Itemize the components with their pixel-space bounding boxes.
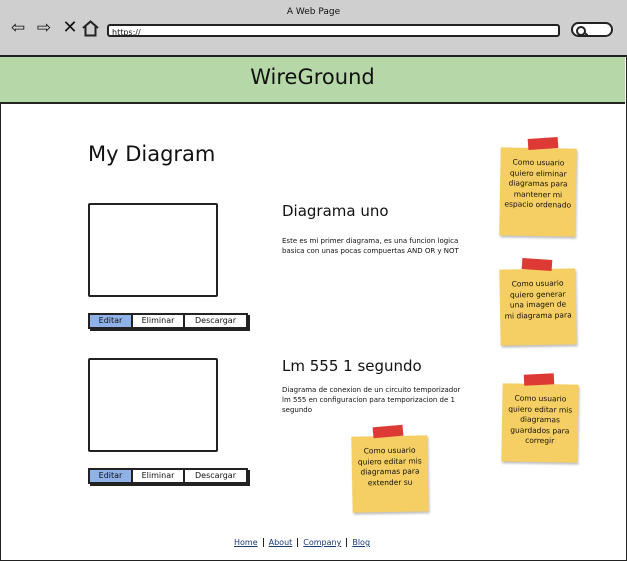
tape-icon	[521, 257, 553, 272]
search-icon[interactable]	[571, 22, 613, 37]
home-icon[interactable]	[80, 18, 100, 38]
edit-button[interactable]: Editar	[90, 315, 133, 327]
site-header: WireGround	[0, 56, 625, 104]
diagram-actions: Editar Eliminar Descargar	[88, 313, 248, 329]
footer-link-blog[interactable]: Blog	[347, 538, 375, 547]
back-arrow-icon[interactable]: ⇦	[8, 18, 28, 38]
download-button[interactable]: Descargar	[185, 470, 246, 482]
diagram-actions: Editar Eliminar Descargar	[88, 468, 248, 484]
edit-button[interactable]: Editar	[90, 470, 133, 482]
sticky-note: Como usuario quiero eliminar diagramas p…	[499, 147, 577, 237]
sticky-note: Como usuario quiero editar mis diagramas…	[501, 383, 579, 463]
diagram-description: Diagrama de conexion de un circuito temp…	[282, 386, 461, 414]
close-x-icon[interactable]: ✕	[60, 18, 80, 38]
footer-link-company[interactable]: Company	[298, 538, 348, 547]
browser-chrome: A Web Page ⇦ ⇨ ✕ https://	[0, 0, 627, 57]
tape-icon	[523, 373, 555, 386]
diagram-thumbnail[interactable]	[88, 203, 218, 297]
tape-icon	[527, 136, 559, 151]
diagram-title: Diagrama uno	[282, 202, 389, 220]
delete-button[interactable]: Eliminar	[133, 470, 185, 482]
footer-nav: Home About Company Blog	[229, 538, 375, 547]
delete-button[interactable]: Eliminar	[133, 315, 185, 327]
page-title: My Diagram	[88, 142, 216, 166]
diagram-description: Este es mi primer diagrama, es una funci…	[282, 237, 459, 255]
sticky-note: Como usuario quiero editar mis diagramas…	[351, 435, 429, 513]
site-title: WireGround	[250, 65, 375, 89]
diagram-title: Lm 555 1 segundo	[282, 357, 422, 375]
url-bar[interactable]: https://	[107, 24, 560, 37]
diagram-thumbnail[interactable]	[88, 358, 218, 452]
forward-arrow-icon[interactable]: ⇨	[34, 18, 54, 38]
browser-title: A Web Page	[286, 7, 341, 17]
sticky-note: Como usuario quiero generar una imagen d…	[499, 268, 577, 346]
footer-link-home[interactable]: Home	[229, 538, 264, 547]
download-button[interactable]: Descargar	[185, 315, 246, 327]
footer-link-about[interactable]: About	[264, 538, 299, 547]
